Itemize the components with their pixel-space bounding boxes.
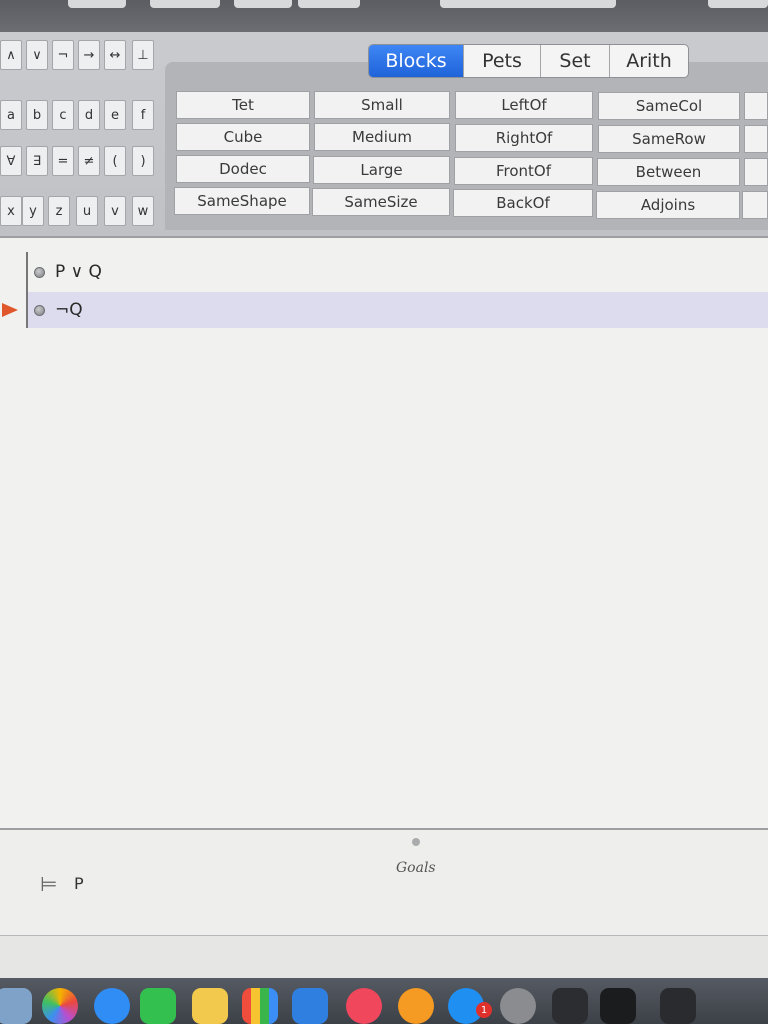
- key-and[interactable]: ∧: [0, 40, 22, 70]
- key-implies[interactable]: →: [78, 40, 100, 70]
- predicate-between[interactable]: Between: [597, 158, 740, 186]
- predicate-small[interactable]: Small: [314, 91, 450, 119]
- facetime-app-icon[interactable]: [140, 988, 176, 1024]
- predicate-sameshape[interactable]: SameShape: [174, 187, 310, 215]
- predicate-medium[interactable]: Medium: [314, 123, 450, 151]
- predicate-samecol[interactable]: SameCol: [598, 92, 740, 120]
- window-bottom-edge: [0, 935, 768, 978]
- key-a[interactable]: a: [0, 100, 22, 130]
- key-or[interactable]: ∨: [26, 40, 48, 70]
- key-z[interactable]: z: [48, 196, 70, 226]
- turnstile-icon: ⊨: [40, 872, 58, 896]
- key-not[interactable]: ¬: [52, 40, 74, 70]
- predicate-leftof[interactable]: LeftOf: [455, 91, 593, 119]
- key-x[interactable]: x: [0, 196, 22, 226]
- books-app-icon[interactable]: [398, 988, 434, 1024]
- predicate-samesize[interactable]: SameSize: [312, 188, 450, 216]
- predicate-samerow[interactable]: SameRow: [598, 125, 740, 153]
- tab-arith[interactable]: Arith: [610, 45, 688, 77]
- key-equals[interactable]: =: [52, 146, 74, 176]
- current-step-arrow-icon: [2, 303, 18, 317]
- key-w[interactable]: w: [132, 196, 154, 226]
- predicate-backof[interactable]: BackOf: [453, 189, 593, 217]
- preview-app-icon[interactable]: [0, 988, 32, 1024]
- notes-app-icon[interactable]: [192, 988, 228, 1024]
- key-not-equals[interactable]: ≠: [78, 146, 100, 176]
- photos-app-icon[interactable]: [42, 988, 78, 1024]
- predicate-overflow-button[interactable]: [744, 158, 768, 186]
- predicate-dodec[interactable]: Dodec: [176, 155, 310, 183]
- status-dot-icon: [34, 266, 45, 278]
- key-d[interactable]: d: [78, 100, 100, 130]
- splitter-handle-icon[interactable]: [412, 838, 420, 846]
- predicate-adjoins[interactable]: Adjoins: [596, 191, 740, 219]
- predicate-large[interactable]: Large: [313, 156, 450, 184]
- key-f[interactable]: f: [132, 100, 154, 130]
- toolbar-button[interactable]: [234, 0, 292, 8]
- key-y[interactable]: y: [22, 196, 44, 226]
- predicate-tabs: Blocks Pets Set Arith: [368, 44, 689, 78]
- toolbar-button[interactable]: [708, 0, 768, 8]
- proof-sentence[interactable]: ¬Q: [55, 300, 83, 320]
- status-dot-icon: [34, 304, 45, 316]
- tab-pets[interactable]: Pets: [464, 45, 541, 77]
- tab-set[interactable]: Set: [541, 45, 610, 77]
- key-b[interactable]: b: [26, 100, 48, 130]
- toolbar-button[interactable]: [68, 0, 126, 8]
- numbers-app-icon[interactable]: [242, 988, 278, 1024]
- keynote-app-icon[interactable]: [292, 988, 328, 1024]
- messages-app-icon[interactable]: [94, 988, 130, 1024]
- predicate-frontof[interactable]: FrontOf: [454, 157, 593, 185]
- goal-sentence: P: [74, 874, 84, 893]
- predicate-overflow-button[interactable]: [744, 125, 768, 153]
- system-preferences-icon[interactable]: [500, 988, 536, 1024]
- tab-blocks[interactable]: Blocks: [369, 45, 464, 77]
- predicate-overflow-button[interactable]: [742, 191, 768, 219]
- toolbar-button[interactable]: [298, 0, 360, 8]
- terminal-app-icon[interactable]: [600, 988, 636, 1024]
- key-right-paren[interactable]: ): [132, 146, 154, 176]
- key-forall[interactable]: ∀: [0, 146, 22, 176]
- app-icon[interactable]: [660, 988, 696, 1024]
- predicate-tet[interactable]: Tet: [176, 91, 310, 119]
- key-c[interactable]: c: [52, 100, 74, 130]
- key-exists[interactable]: ∃: [26, 146, 48, 176]
- predicate-cube[interactable]: Cube: [176, 123, 310, 151]
- toolbar-button[interactable]: [440, 0, 616, 8]
- toolbar-button[interactable]: [150, 0, 220, 8]
- window-titlebar: [0, 0, 768, 32]
- utility-app-icon[interactable]: [552, 988, 588, 1024]
- proof-step-selected[interactable]: ¬Q: [28, 292, 768, 328]
- predicate-overflow-button[interactable]: [744, 92, 768, 120]
- goals-label: Goals: [396, 860, 436, 876]
- key-e[interactable]: e: [104, 100, 126, 130]
- key-u[interactable]: u: [76, 196, 98, 226]
- music-app-icon[interactable]: [346, 988, 382, 1024]
- key-iff[interactable]: ↔: [104, 40, 126, 70]
- key-bottom[interactable]: ⊥: [132, 40, 154, 70]
- key-left-paren[interactable]: (: [104, 146, 126, 176]
- proof-sentence: P ∨ Q: [55, 262, 102, 282]
- notification-badge: 1: [476, 1002, 492, 1018]
- predicate-rightof[interactable]: RightOf: [455, 124, 593, 152]
- key-v[interactable]: v: [104, 196, 126, 226]
- proof-step-premise[interactable]: P ∨ Q: [28, 254, 768, 290]
